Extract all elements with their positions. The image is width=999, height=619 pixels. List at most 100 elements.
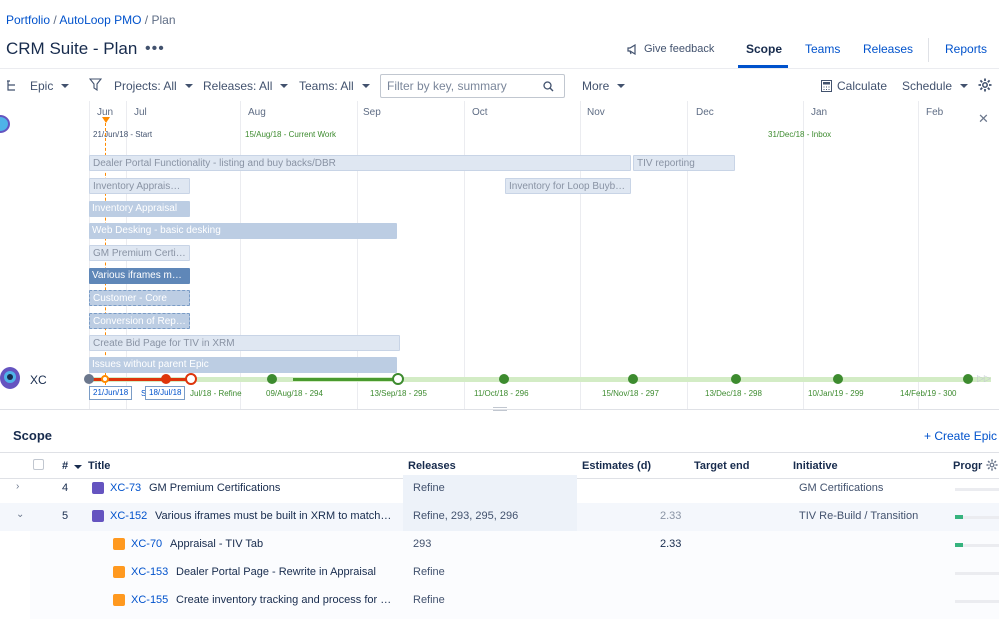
column-number[interactable]: # — [62, 460, 83, 472]
story-icon — [113, 594, 125, 607]
epic-bar-inventory-apprais[interactable]: Inventory Apprais… — [89, 178, 190, 194]
release-node-299[interactable] — [833, 374, 843, 384]
issue-key[interactable]: XC-153 — [131, 566, 168, 578]
release-date-start[interactable]: 21/Jun/18 — [89, 386, 133, 400]
releases-filter-label: Releases: All — [203, 79, 273, 93]
release-node-297[interactable] — [628, 374, 638, 384]
release-node-overdue[interactable] — [161, 374, 171, 384]
issue-estimate[interactable]: 2.33 — [660, 538, 681, 550]
chevron-down-icon[interactable]: ⌄ — [16, 509, 24, 520]
select-all-checkbox[interactable] — [33, 459, 44, 470]
table-row[interactable]: XC-153 Dealer Portal Page - Rewrite in A… — [0, 559, 999, 587]
today-marker-icon[interactable] — [102, 117, 110, 123]
issue-releases[interactable]: Refine — [413, 594, 445, 606]
release-node-295[interactable] — [392, 373, 404, 385]
table-row[interactable]: XC-155 Create inventory tracking and pro… — [0, 587, 999, 615]
issue-title[interactable]: Appraisal - TIV Tab — [170, 538, 400, 550]
marker-start[interactable]: 21/Jun/18 - Start — [93, 130, 152, 139]
tab-teams[interactable]: Teams — [805, 42, 840, 56]
resize-handle[interactable] — [493, 407, 507, 411]
epic-bar-conversion[interactable]: Conversion of Rep… — [89, 313, 190, 329]
release-scroll-right-icon[interactable]: ▷▷ — [977, 373, 991, 384]
release-label-299[interactable]: 10/Jan/19 - 299 — [808, 389, 864, 398]
release-node-300[interactable] — [963, 374, 973, 384]
issue-title[interactable]: Various iframes must be built in XRM to … — [155, 510, 398, 522]
release-node-294[interactable] — [267, 374, 277, 384]
sort-icon — [74, 465, 83, 469]
epic-bar-issues-without-parent[interactable]: Issues without parent Epic — [89, 357, 397, 373]
epic-bar-create-bid-page[interactable]: Create Bid Page for TIV in XRM — [89, 335, 400, 351]
release-label-296[interactable]: 11/Oct/18 - 296 — [474, 389, 529, 398]
column-releases[interactable]: Releases — [408, 460, 456, 472]
epic-bar-dealer-portal[interactable]: Dealer Portal Functionality - listing an… — [89, 155, 631, 171]
table-row[interactable]: ⌄ 5 XC-152 Various iframes must be built… — [0, 503, 999, 531]
epic-bar-inventory-appraisal[interactable]: Inventory Appraisal — [89, 201, 190, 217]
create-epic-link[interactable]: + Create Epic — [924, 429, 997, 443]
hierarchy-value: Epic — [30, 79, 54, 93]
issue-initiative[interactable]: GM Certifications — [799, 482, 883, 494]
issue-key[interactable]: XC-152 — [110, 510, 147, 522]
release-label-295[interactable]: 13/Sep/18 - 295 — [370, 389, 427, 398]
epic-bar-gm-premium[interactable]: GM Premium Certi… — [89, 245, 190, 261]
more-actions-button[interactable]: ••• — [145, 40, 165, 58]
release-node-refine[interactable] — [185, 373, 197, 385]
issue-key[interactable]: XC-73 — [110, 482, 141, 494]
column-title[interactable]: Title — [88, 460, 110, 472]
column-target-end[interactable]: Target end — [694, 460, 749, 472]
table-row[interactable]: › 4 XC-73 GM Premium Certifications Refi… — [0, 475, 999, 503]
release-date-refine[interactable]: 18/Jul/18 — [145, 386, 186, 400]
release-label-298[interactable]: 13/Dec/18 - 298 — [705, 389, 762, 398]
settings-gear-icon[interactable] — [978, 78, 992, 97]
tab-releases[interactable]: Releases — [863, 42, 913, 56]
release-label-refine[interactable]: Jul/18 - Refine — [190, 389, 242, 398]
column-progress[interactable]: Progr — [953, 460, 982, 472]
issue-title[interactable]: GM Premium Certifications — [149, 482, 399, 494]
issue-estimate[interactable]: 2.33 — [660, 510, 681, 522]
chevron-right-icon[interactable]: › — [16, 481, 19, 492]
issue-key[interactable]: XC-155 — [131, 594, 168, 606]
epic-bar-web-desking[interactable]: Web Desking - basic desking — [89, 223, 397, 239]
column-settings-gear-icon[interactable] — [986, 459, 998, 474]
epic-bar-customer-core[interactable]: Customer - Core — [89, 290, 190, 306]
issue-initiative[interactable]: TIV Re-Build / Transition — [799, 510, 918, 522]
teams-filter[interactable]: Teams: All — [299, 79, 370, 93]
hierarchy-dropdown[interactable]: Epic — [30, 79, 70, 93]
calculate-button[interactable]: Calculate — [821, 79, 887, 93]
release-node-296[interactable] — [499, 374, 509, 384]
issue-key[interactable]: XC-70 — [131, 538, 162, 550]
table-row[interactable]: XC-70 Appraisal - TIV Tab 293 2.33 — [0, 531, 999, 559]
marker-current-work[interactable]: 15/Aug/18 - Current Work — [245, 130, 336, 139]
breadcrumb-portfolio[interactable]: Portfolio — [6, 13, 50, 27]
release-node-today[interactable] — [101, 375, 109, 383]
schedule-dropdown[interactable]: Schedule — [902, 79, 969, 93]
search-input[interactable] — [380, 74, 565, 98]
page-title: CRM Suite - Plan — [6, 39, 138, 58]
breadcrumb-autoloop-pmo[interactable]: AutoLoop PMO — [59, 13, 141, 27]
hierarchy-icon[interactable] — [6, 79, 17, 97]
column-initiative[interactable]: Initiative — [793, 460, 838, 472]
epic-bar-various-iframes[interactable]: Various iframes m… — [89, 268, 190, 284]
filter-icon[interactable] — [88, 78, 103, 96]
issue-releases[interactable]: Refine — [413, 566, 445, 578]
column-estimates[interactable]: Estimates (d) — [582, 460, 651, 472]
projects-filter[interactable]: Projects: All — [114, 79, 193, 93]
release-node-298[interactable] — [731, 374, 741, 384]
tab-scope[interactable]: Scope — [746, 42, 782, 56]
epic-bar-tiv-reporting[interactable]: TIV reporting — [633, 155, 735, 171]
tab-reports[interactable]: Reports — [945, 42, 987, 56]
release-node-start[interactable] — [84, 374, 94, 384]
issue-title[interactable]: Dealer Portal Page - Rewrite in Appraisa… — [176, 566, 400, 578]
issue-releases[interactable]: 293 — [413, 538, 431, 550]
give-feedback-button[interactable]: Give feedback — [627, 43, 714, 55]
epic-bar-inventory-loop[interactable]: Inventory for Loop Buyb… — [505, 178, 631, 194]
release-label-300[interactable]: 14/Feb/19 - 300 — [900, 389, 956, 398]
release-label-294[interactable]: 09/Aug/18 - 294 — [266, 389, 323, 398]
issue-releases[interactable]: Refine — [413, 482, 445, 494]
releases-filter[interactable]: Releases: All — [203, 79, 289, 93]
more-dropdown[interactable]: More — [582, 79, 626, 93]
issue-releases[interactable]: Refine, 293, 295, 296 — [413, 510, 518, 522]
close-icon[interactable]: ✕ — [978, 111, 989, 127]
release-label-297[interactable]: 15/Nov/18 - 297 — [602, 389, 659, 398]
marker-inbox[interactable]: 31/Dec/18 - Inbox — [768, 130, 831, 139]
issue-title[interactable]: Create inventory tracking and process fo… — [176, 594, 396, 606]
